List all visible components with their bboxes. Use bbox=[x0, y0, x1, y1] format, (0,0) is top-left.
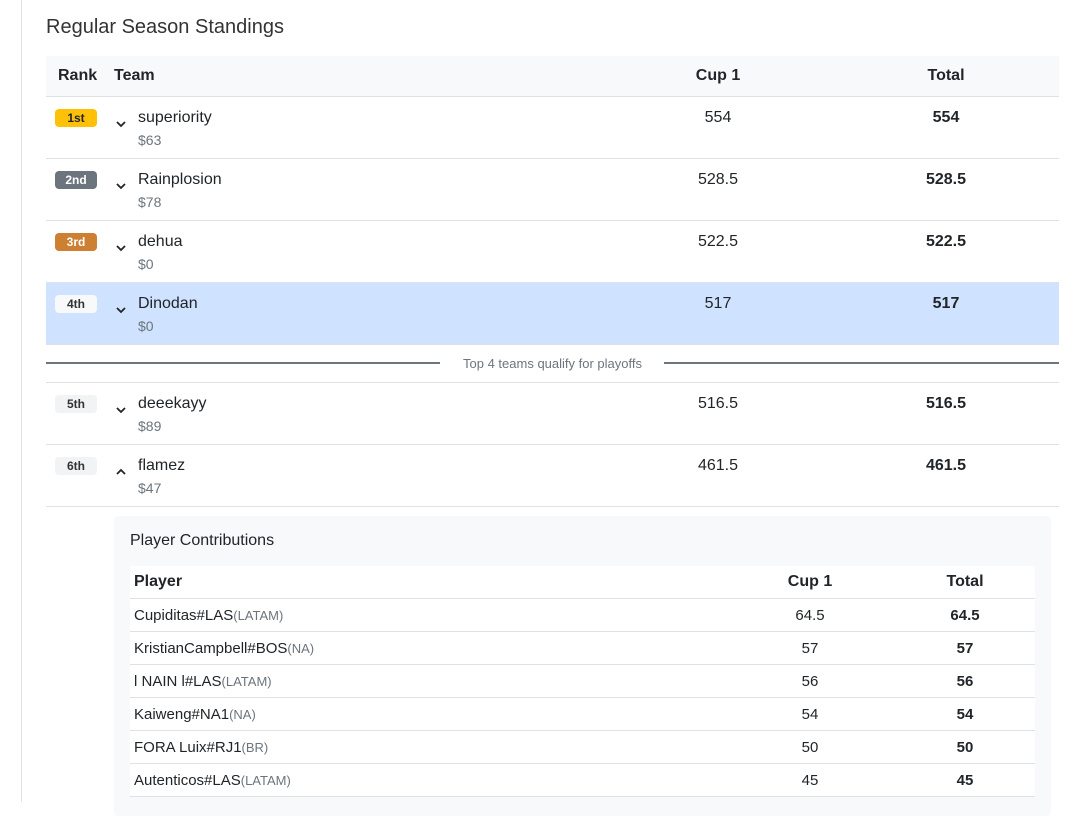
player-row: FORA Luix#RJ1(BR) 50 50 bbox=[130, 731, 1035, 764]
rank-badge: 1st bbox=[55, 109, 97, 127]
playoff-divider: Top 4 teams qualify for playoffs bbox=[46, 345, 1059, 383]
contributions-table: Player Cup 1 Total Cupiditas#LAS(LATAM) … bbox=[130, 566, 1035, 797]
player-name: Kaiweng#NA1 bbox=[134, 706, 230, 723]
player-region: (BR) bbox=[241, 740, 269, 755]
cup-value: 517 bbox=[704, 295, 732, 312]
contributions-header: Player Cup 1 Total bbox=[130, 566, 1035, 599]
divider-text: Top 4 teams qualify for playoffs bbox=[455, 356, 650, 371]
cup-header: Cup 1 bbox=[787, 573, 833, 590]
player-row: Cupiditas#LAS(LATAM) 64.5 64.5 bbox=[130, 599, 1035, 632]
cup-value: 64.5 bbox=[795, 607, 825, 624]
team-name: Dinodan bbox=[138, 295, 198, 312]
player-region: (LATAM) bbox=[233, 608, 284, 623]
standings-row[interactable]: 2nd Rainplosion $78 528.5 528.5 bbox=[46, 159, 1059, 221]
team-price: $78 bbox=[138, 194, 162, 210]
player-region: (NA) bbox=[229, 707, 256, 722]
cup-value: 45 bbox=[801, 772, 819, 789]
cup-value: 522.5 bbox=[697, 233, 739, 250]
standings-row-expanded[interactable]: 6th flamez $47 461.5 461.5 bbox=[46, 445, 1059, 507]
player-contributions-panel: Player Contributions Player Cup 1 Total … bbox=[114, 516, 1051, 816]
team-price: $47 bbox=[138, 480, 162, 496]
total-value: 461.5 bbox=[925, 457, 967, 474]
chevron-down-icon[interactable] bbox=[114, 179, 128, 193]
player-row: l NAIN l#LAS(LATAM) 56 56 bbox=[130, 665, 1035, 698]
rank-badge: 3rd bbox=[55, 233, 97, 251]
cup-value: 554 bbox=[704, 109, 732, 126]
chevron-down-icon[interactable] bbox=[114, 117, 128, 131]
total-value: 64.5 bbox=[950, 607, 980, 624]
total-header: Total bbox=[927, 67, 965, 84]
total-value: 528.5 bbox=[925, 171, 967, 188]
total-value: 516.5 bbox=[925, 395, 967, 412]
cup-value: 57 bbox=[801, 640, 819, 657]
total-value: 45 bbox=[956, 772, 974, 789]
team-name: superiority bbox=[138, 109, 212, 126]
chevron-up-icon[interactable] bbox=[114, 465, 128, 479]
player-name: FORA Luix#RJ1 bbox=[134, 739, 242, 756]
player-region: (LATAM) bbox=[240, 773, 291, 788]
cup-value: 516.5 bbox=[697, 395, 739, 412]
chevron-down-icon[interactable] bbox=[114, 403, 128, 417]
cup-value: 56 bbox=[801, 673, 819, 690]
cup-value: 50 bbox=[801, 739, 819, 756]
team-price: $0 bbox=[138, 256, 154, 272]
total-value: 56 bbox=[956, 673, 974, 690]
team-name: flamez bbox=[138, 457, 186, 474]
total-value: 554 bbox=[932, 109, 960, 126]
contributions-title: Player Contributions bbox=[130, 532, 275, 549]
player-header: Player bbox=[134, 573, 183, 590]
team-header: Team bbox=[114, 67, 155, 84]
player-region: (LATAM) bbox=[221, 674, 272, 689]
total-value: 57 bbox=[956, 640, 974, 657]
rank-badge: 5th bbox=[55, 395, 97, 413]
player-name: Cupiditas#LAS bbox=[134, 607, 234, 624]
standings-row[interactable]: 3rd dehua $0 522.5 522.5 bbox=[46, 221, 1059, 283]
player-name: l NAIN l#LAS bbox=[134, 673, 222, 690]
rank-badge: 6th bbox=[55, 457, 97, 475]
total-header: Total bbox=[946, 573, 984, 590]
team-price: $63 bbox=[138, 132, 162, 148]
team-price: $0 bbox=[138, 318, 154, 334]
total-value: 522.5 bbox=[925, 233, 967, 250]
chevron-down-icon[interactable] bbox=[114, 303, 128, 317]
player-row: KristianCampbell#BOS(NA) 57 57 bbox=[130, 632, 1035, 665]
rank-header: Rank bbox=[58, 67, 98, 84]
rank-badge: 4th bbox=[55, 295, 97, 313]
page-title: Regular Season Standings bbox=[46, 16, 284, 38]
player-name: Autenticos#LAS bbox=[134, 772, 241, 789]
player-region: (NA) bbox=[287, 641, 315, 656]
player-row: Autenticos#LAS(LATAM) 45 45 bbox=[130, 764, 1035, 797]
total-value: 54 bbox=[956, 706, 974, 723]
standings-row[interactable]: 5th deeekayy $89 516.5 516.5 bbox=[46, 383, 1059, 445]
standings-header: Rank Team Cup 1 Total bbox=[46, 56, 1059, 97]
standings-table: Rank Team Cup 1 Total 1st superiority $6… bbox=[46, 56, 1059, 507]
cup-header: Cup 1 bbox=[695, 67, 741, 84]
player-name: KristianCampbell#BOS bbox=[134, 640, 288, 657]
team-name: dehua bbox=[138, 233, 183, 250]
standings-row-highlighted[interactable]: 4th Dinodan $0 517 517 bbox=[46, 283, 1059, 345]
total-value: 50 bbox=[956, 739, 974, 756]
team-name: Rainplosion bbox=[138, 171, 222, 188]
cup-value: 54 bbox=[801, 706, 819, 723]
player-row: Kaiweng#NA1(NA) 54 54 bbox=[130, 698, 1035, 731]
team-name: deeekayy bbox=[138, 395, 207, 412]
cup-value: 528.5 bbox=[697, 171, 739, 188]
team-price: $89 bbox=[138, 418, 162, 434]
total-value: 517 bbox=[932, 295, 960, 312]
left-border bbox=[21, 0, 22, 802]
standings-row[interactable]: 1st superiority $63 554 554 bbox=[46, 97, 1059, 159]
rank-badge: 2nd bbox=[55, 171, 97, 189]
cup-value: 461.5 bbox=[697, 457, 739, 474]
chevron-down-icon[interactable] bbox=[114, 241, 128, 255]
